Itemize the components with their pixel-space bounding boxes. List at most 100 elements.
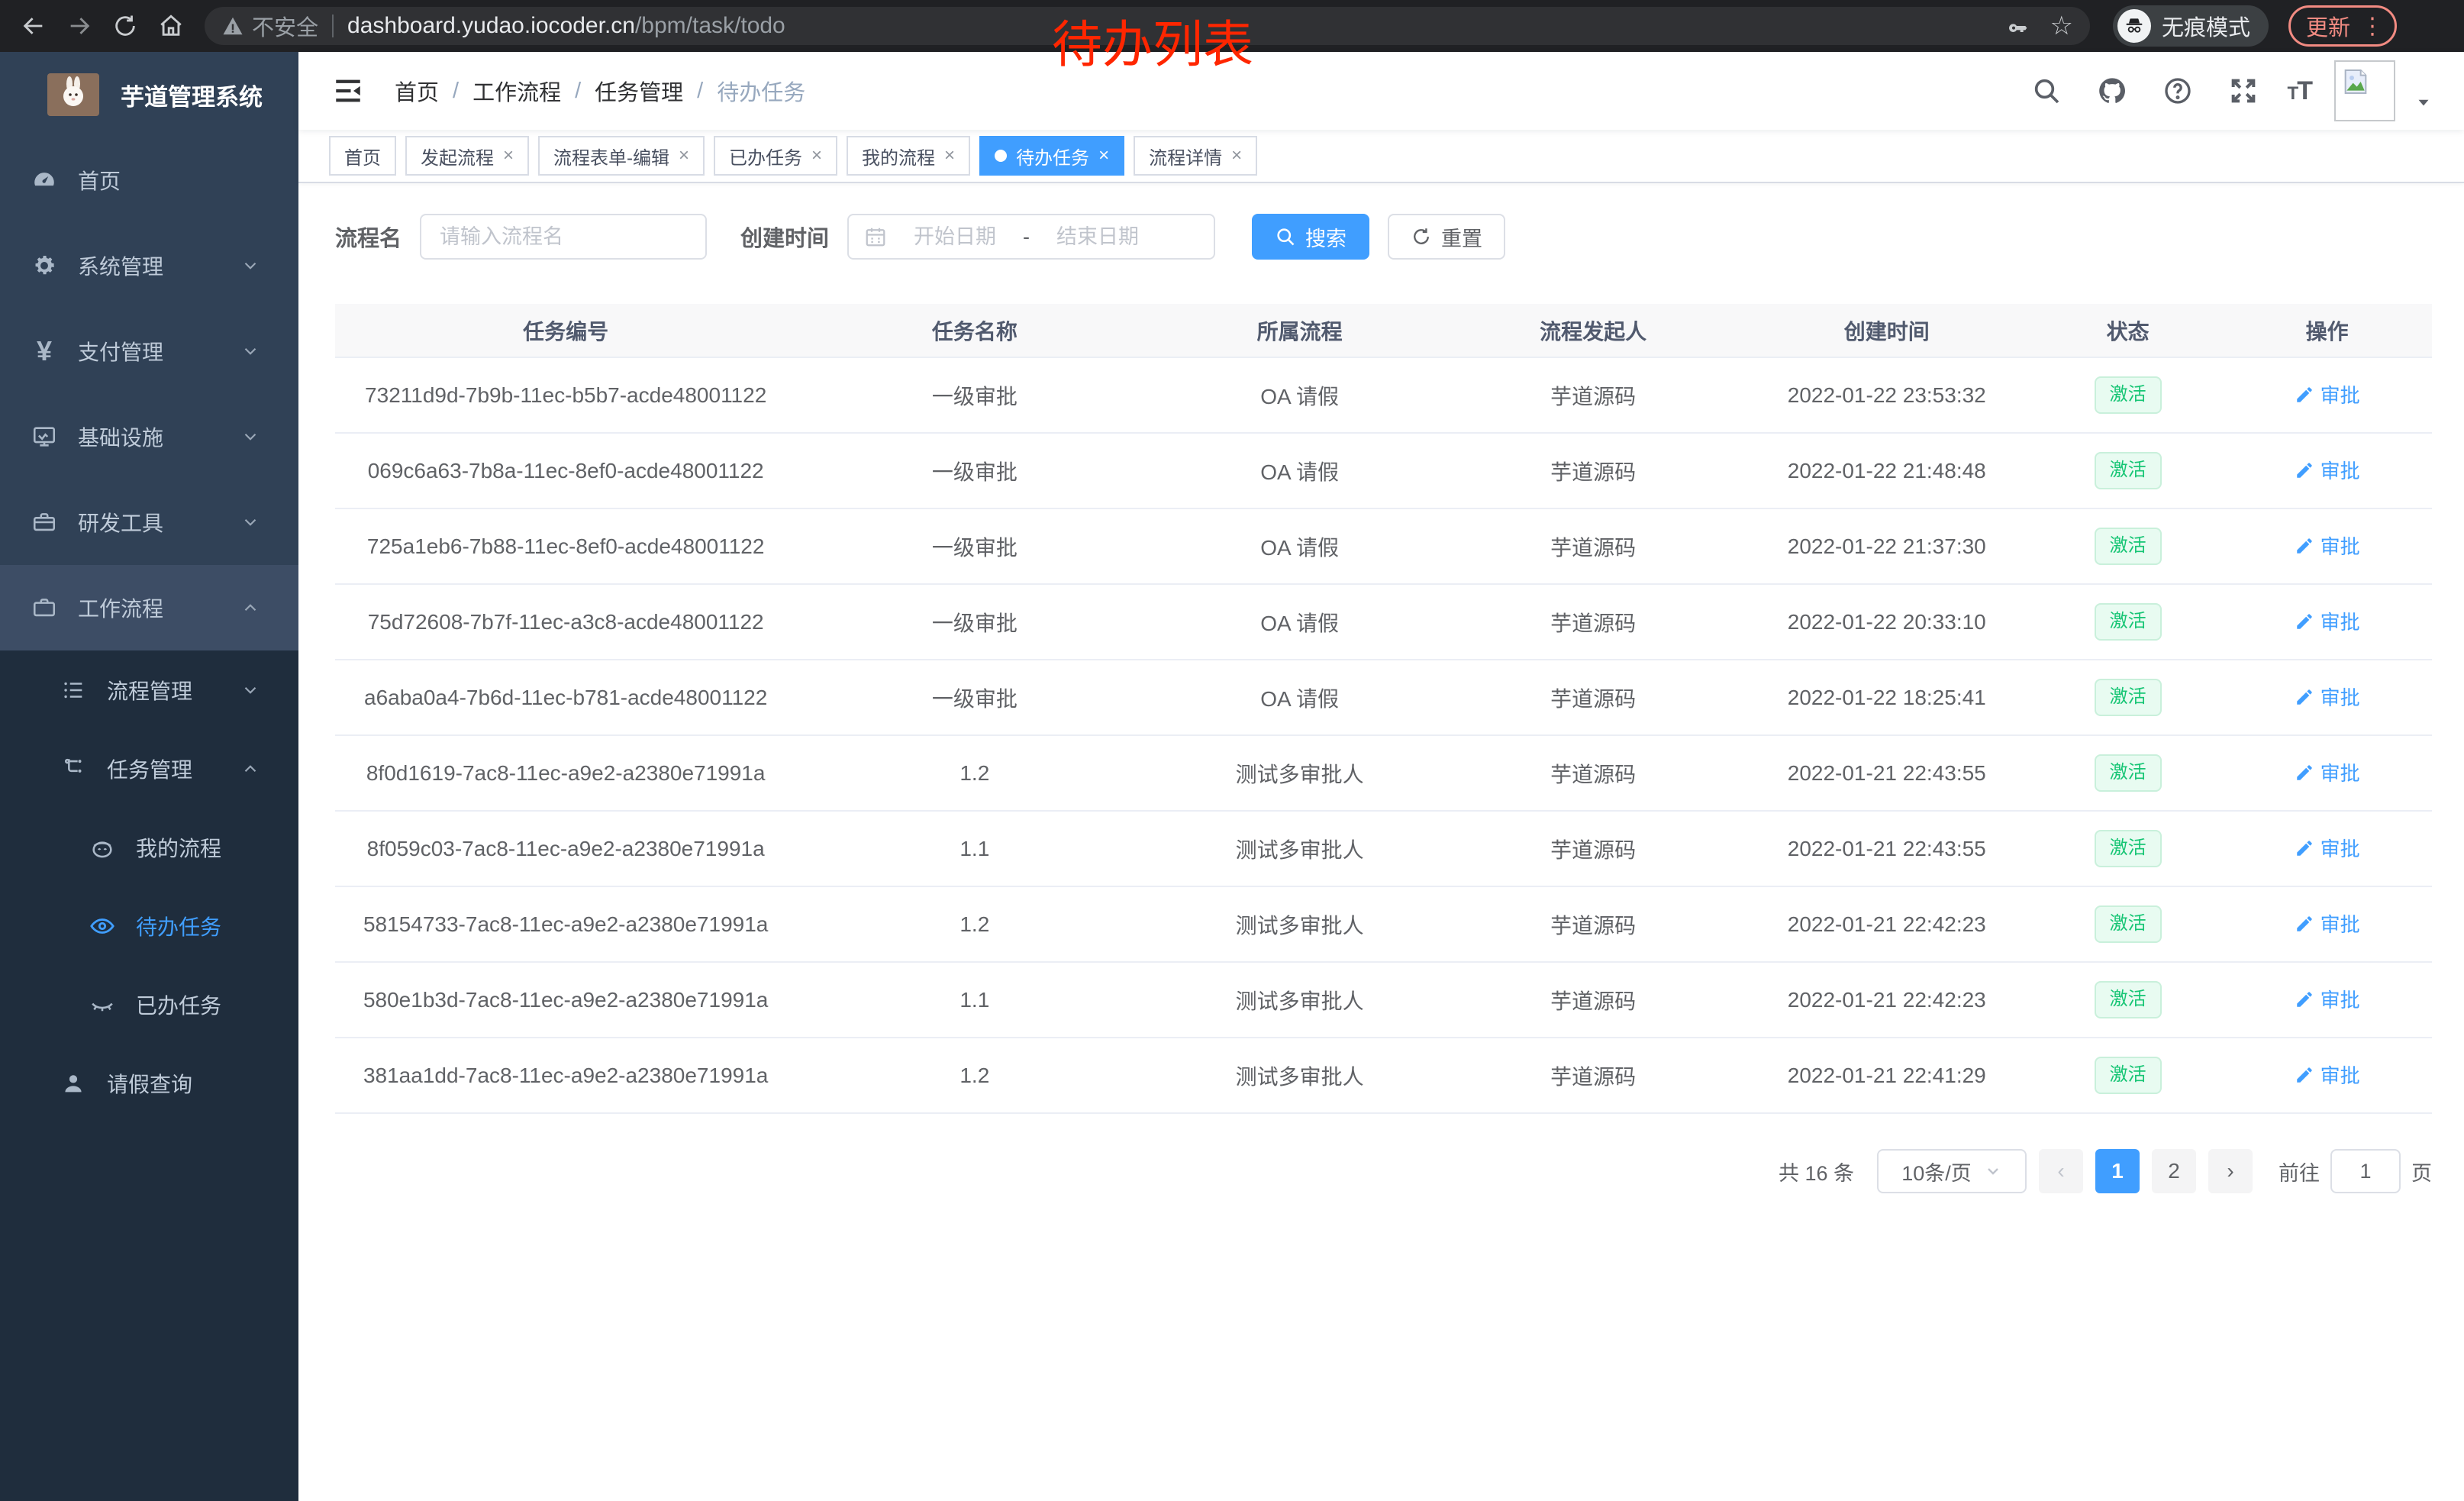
start-date-input[interactable] bbox=[898, 225, 1012, 249]
fullscreen-icon[interactable] bbox=[2222, 69, 2265, 112]
approve-link[interactable]: 审批 bbox=[2295, 607, 2360, 635]
goto-page-input[interactable] bbox=[2330, 1149, 2401, 1193]
search-icon[interactable] bbox=[2025, 69, 2068, 112]
sidebar-item-todo-tasks[interactable]: 待办任务 bbox=[0, 886, 298, 965]
close-icon[interactable]: × bbox=[811, 145, 822, 166]
process-name-field[interactable] bbox=[420, 214, 707, 260]
page-button-2[interactable]: 2 bbox=[2152, 1149, 2196, 1193]
close-icon[interactable]: × bbox=[1098, 145, 1109, 166]
security-chip[interactable]: 不安全 bbox=[221, 10, 318, 42]
help-icon[interactable] bbox=[2156, 69, 2199, 112]
approve-link[interactable]: 审批 bbox=[2295, 985, 2360, 1013]
sidebar-item-my-process[interactable]: 我的流程 bbox=[0, 808, 298, 886]
cell-created: 2022-01-22 21:48:48 bbox=[1740, 433, 2033, 508]
password-key-icon[interactable] bbox=[2006, 14, 2030, 38]
url-host: dashboard.yudao.iocoder.cn bbox=[347, 13, 635, 38]
avatar[interactable] bbox=[2334, 60, 2395, 121]
font-size-icon[interactable]: TT bbox=[2288, 76, 2311, 106]
incognito-icon bbox=[2117, 9, 2151, 43]
table-row: a6aba0a4-7b6d-11ec-b781-acde48001122 一级审… bbox=[335, 660, 2432, 735]
browser-forward-icon[interactable] bbox=[60, 6, 99, 46]
tab-todo-tasks[interactable]: 待办任务× bbox=[979, 136, 1124, 176]
close-icon[interactable]: × bbox=[1231, 145, 1242, 166]
pen-icon bbox=[2295, 914, 2314, 934]
tab-start-process[interactable]: 发起流程× bbox=[405, 136, 529, 176]
close-icon[interactable]: × bbox=[679, 145, 689, 166]
table-row: 8f0d1619-7ac8-11ec-a9e2-a2380e71991a 1.2… bbox=[335, 735, 2432, 811]
close-icon[interactable]: × bbox=[944, 145, 955, 166]
tab-process-form-edit[interactable]: 流程表单-编辑× bbox=[538, 136, 705, 176]
sidebar-fold-icon[interactable] bbox=[329, 72, 367, 110]
cell-task-id: 73211d9d-7b9b-11ec-b5b7-acde48001122 bbox=[335, 357, 796, 433]
page-size-select[interactable]: 10条/页 bbox=[1877, 1149, 2027, 1193]
tab-process-detail[interactable]: 流程详情× bbox=[1134, 136, 1257, 176]
browser-menu-icon[interactable]: ⋮ bbox=[2361, 13, 2384, 40]
cell-task-id: 75d72608-7b7f-11ec-a3c8-acde48001122 bbox=[335, 584, 796, 660]
close-icon[interactable]: × bbox=[503, 145, 514, 166]
breadcrumb-item[interactable]: 工作流程 bbox=[472, 75, 561, 107]
cell-created: 2022-01-21 22:41:29 bbox=[1740, 1038, 2033, 1113]
approve-link[interactable]: 审批 bbox=[2295, 834, 2360, 862]
tab-home[interactable]: 首页 bbox=[329, 136, 396, 176]
sidebar-item-dev-tools[interactable]: 研发工具 bbox=[0, 479, 298, 565]
tasks-table: 任务编号 任务名称 所属流程 流程发起人 创建时间 状态 操作 73211d9d… bbox=[335, 304, 2432, 1114]
cell-task-name: 一级审批 bbox=[796, 433, 1153, 508]
approve-link[interactable]: 审批 bbox=[2295, 909, 2360, 938]
cell-process: 测试多审批人 bbox=[1153, 811, 1446, 886]
page-button-1[interactable]: 1 bbox=[2095, 1149, 2140, 1193]
approve-link[interactable]: 审批 bbox=[2295, 456, 2360, 484]
cell-task-id: 58154733-7ac8-11ec-a9e2-a2380e71991a bbox=[335, 886, 796, 962]
sidebar-item-payment[interactable]: ¥ 支付管理 bbox=[0, 308, 298, 394]
approve-link[interactable]: 审批 bbox=[2295, 531, 2360, 560]
breadcrumb-item[interactable]: 任务管理 bbox=[595, 75, 683, 107]
app-logo[interactable]: 芋道管理系统 bbox=[0, 52, 298, 137]
sidebar-item-process-mgmt[interactable]: 流程管理 bbox=[0, 650, 298, 729]
date-range-picker[interactable]: - bbox=[847, 214, 1215, 260]
approve-link[interactable]: 审批 bbox=[2295, 758, 2360, 786]
tab-done-tasks[interactable]: 已办任务× bbox=[714, 136, 837, 176]
sidebar-item-workflow[interactable]: 工作流程 bbox=[0, 565, 298, 650]
search-button[interactable]: 搜索 bbox=[1252, 214, 1369, 260]
sidebar-item-task-mgmt[interactable]: 任务管理 bbox=[0, 729, 298, 808]
address-bar[interactable]: 不安全 dashboard.yudao.iocoder.cn/bpm/task/… bbox=[205, 7, 2090, 45]
chevron-down-icon bbox=[240, 341, 260, 361]
approve-link[interactable]: 审批 bbox=[2295, 1060, 2360, 1089]
col-header-task-name: 任务名称 bbox=[796, 304, 1153, 357]
browser-home-icon[interactable] bbox=[151, 6, 191, 46]
browser-update-button[interactable]: 更新 ⋮ bbox=[2288, 5, 2397, 47]
top-navbar: 首页 / 工作流程 / 任务管理 / 待办任务 TT bbox=[298, 52, 2464, 130]
reset-button[interactable]: 重置 bbox=[1388, 214, 1505, 260]
cell-created: 2022-01-22 20:33:10 bbox=[1740, 584, 2033, 660]
tab-label: 首页 bbox=[344, 143, 381, 169]
cell-initiator: 芋道源码 bbox=[1446, 962, 1740, 1038]
chevron-down-icon bbox=[240, 427, 260, 447]
pen-icon bbox=[2295, 687, 2314, 707]
sidebar-item-infrastructure[interactable]: 基础设施 bbox=[0, 394, 298, 479]
sidebar-item-system[interactable]: 系统管理 bbox=[0, 223, 298, 308]
next-page-button[interactable]: › bbox=[2208, 1149, 2253, 1193]
cell-process: 测试多审批人 bbox=[1153, 1038, 1446, 1113]
browser-back-icon[interactable] bbox=[14, 6, 53, 46]
pen-icon bbox=[2295, 385, 2314, 405]
github-icon[interactable] bbox=[2091, 69, 2133, 112]
approve-link[interactable]: 审批 bbox=[2295, 380, 2360, 408]
caret-down-icon[interactable] bbox=[2414, 92, 2433, 112]
yen-icon: ¥ bbox=[29, 336, 60, 366]
chevron-down-icon bbox=[240, 512, 260, 532]
bookmark-star-icon[interactable]: ☆ bbox=[2050, 11, 2073, 41]
approve-link[interactable]: 审批 bbox=[2295, 683, 2360, 711]
sidebar: 芋道管理系统 首页 系统管理 ¥ 支付管理 基础设施 bbox=[0, 52, 298, 1501]
end-date-input[interactable] bbox=[1040, 225, 1155, 249]
browser-reload-icon[interactable] bbox=[105, 6, 145, 46]
pen-icon bbox=[2295, 989, 2314, 1009]
sidebar-item-leave-query[interactable]: 请假查询 bbox=[0, 1044, 298, 1122]
breadcrumb-item[interactable]: 首页 bbox=[395, 75, 439, 107]
sidebar-item-done-tasks[interactable]: 已办任务 bbox=[0, 965, 298, 1044]
process-name-input[interactable] bbox=[440, 225, 687, 249]
tab-my-process[interactable]: 我的流程× bbox=[847, 136, 970, 176]
monitor-icon bbox=[29, 421, 60, 452]
filter-bar: 流程名 创建时间 - 搜索 重置 bbox=[335, 214, 2432, 260]
refresh-icon bbox=[1411, 226, 1432, 247]
prev-page-button[interactable]: ‹ bbox=[2039, 1149, 2083, 1193]
sidebar-item-home[interactable]: 首页 bbox=[0, 137, 298, 223]
